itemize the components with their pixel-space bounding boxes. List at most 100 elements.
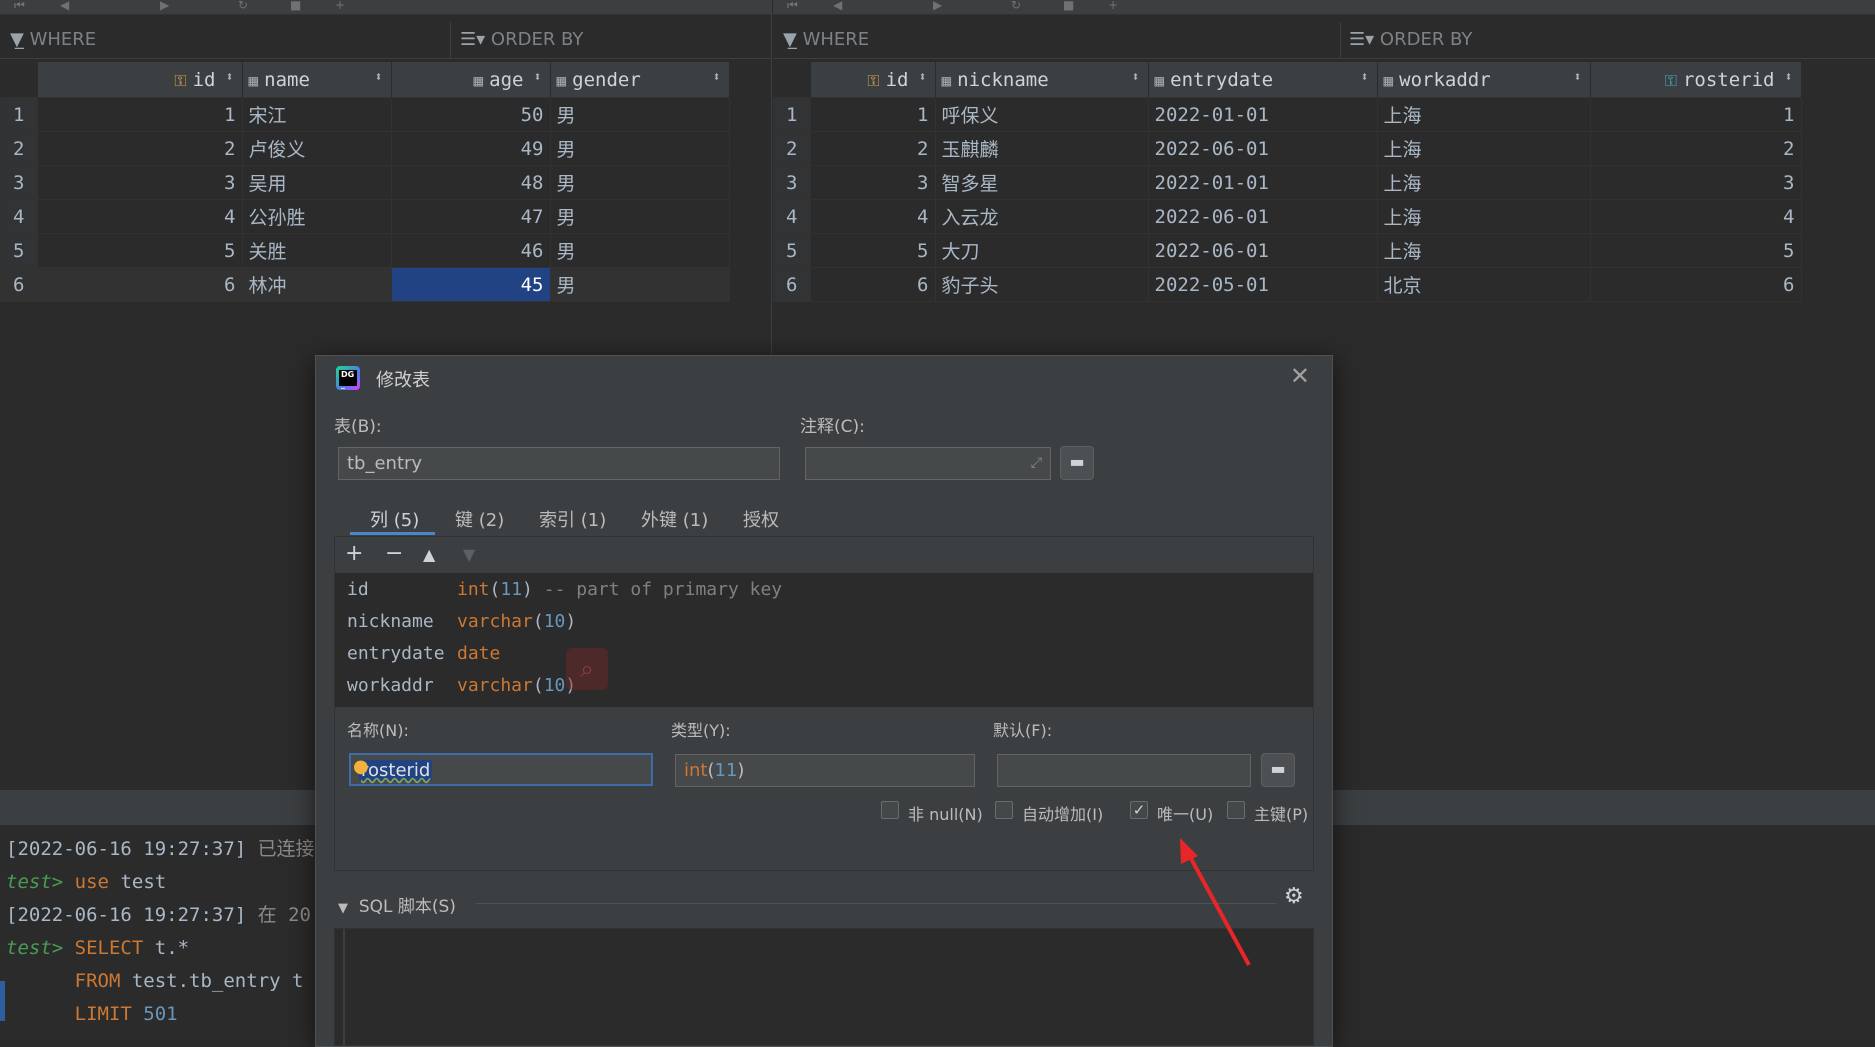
- where-filter[interactable]: ▼̲ WHERE: [10, 29, 96, 50]
- table-cell[interactable]: 男: [549, 267, 730, 302]
- table-cell[interactable]: 4: [1589, 199, 1802, 234]
- table-cell[interactable]: 智多星: [934, 165, 1149, 200]
- column-header-name[interactable]: ▦ name ⬍: [242, 62, 392, 98]
- column-header-gender[interactable]: ▦ gender ⬍: [550, 62, 730, 98]
- table-row[interactable]: 3 3 吴用 48 男: [0, 165, 730, 200]
- table-cell[interactable]: 3: [1589, 165, 1802, 200]
- table-cell[interactable]: 6: [809, 267, 936, 302]
- table-cell[interactable]: 1: [809, 97, 936, 132]
- unique-checkbox[interactable]: ✓: [1130, 801, 1148, 819]
- sql-script-editor[interactable]: [334, 928, 1314, 1046]
- expand-icon[interactable]: ⤢: [1031, 448, 1042, 479]
- tab-columns[interactable]: 列 (5): [370, 506, 419, 532]
- sort-icon[interactable]: ⬍: [1132, 70, 1140, 85]
- table-cell[interactable]: 1: [36, 97, 243, 132]
- orderby-filter[interactable]: ☰▾ ORDER BY: [460, 29, 583, 50]
- table-row[interactable]: 6 6 豹子头 2022-05-01 北京 6: [773, 267, 1802, 302]
- add-column-icon[interactable]: +: [345, 541, 363, 566]
- table-cell[interactable]: 男: [549, 233, 730, 268]
- add-row-icon[interactable]: +: [1108, 0, 1122, 11]
- prev-page-icon[interactable]: ◀: [60, 0, 74, 11]
- sort-icon[interactable]: ⬍: [1574, 70, 1582, 85]
- table-cell[interactable]: 男: [549, 131, 730, 166]
- table-cell[interactable]: 50: [390, 97, 551, 132]
- table-cell[interactable]: 男: [549, 97, 730, 132]
- move-down-icon[interactable]: ▼: [463, 545, 475, 564]
- stop-icon[interactable]: ■: [1063, 0, 1077, 11]
- table-cell[interactable]: 6: [36, 267, 243, 302]
- table-cell[interactable]: 关胜: [241, 233, 392, 268]
- table-cell[interactable]: 男: [549, 199, 730, 234]
- table-cell[interactable]: 6: [1589, 267, 1802, 302]
- tab-foreign-keys[interactable]: 外键 (1): [641, 506, 708, 532]
- table-cell[interactable]: 豹子头: [934, 267, 1149, 302]
- intention-bulb-icon[interactable]: ●: [353, 751, 369, 782]
- tab-grants[interactable]: 授权: [743, 506, 779, 532]
- column-default-field[interactable]: [997, 754, 1251, 787]
- table-cell[interactable]: 吴用: [241, 165, 392, 200]
- column-name-field[interactable]: ● rosterid: [349, 753, 653, 786]
- table-row[interactable]: 5 5 大刀 2022-06-01 上海 5: [773, 233, 1802, 268]
- sort-icon[interactable]: ⬍: [1785, 70, 1793, 85]
- column-header-id[interactable]: ⚿ id ⬍: [37, 62, 243, 98]
- first-page-icon[interactable]: ⏮: [14, 0, 28, 11]
- stop-icon[interactable]: ■: [290, 0, 304, 11]
- column-type-field[interactable]: int(11): [675, 754, 975, 787]
- auto-increment-checkbox[interactable]: [995, 801, 1013, 819]
- table-cell[interactable]: 2: [36, 131, 243, 166]
- table-cell[interactable]: 2022-01-01: [1147, 97, 1378, 132]
- table-cell[interactable]: 5: [1589, 233, 1802, 268]
- column-header-entrydate[interactable]: ▦ entrydate ⬍: [1148, 62, 1378, 98]
- table-cell[interactable]: 2: [1589, 131, 1802, 166]
- table-row[interactable]: 3 3 智多星 2022-01-01 上海 3: [773, 165, 1802, 200]
- table-name-field[interactable]: tb_entry: [338, 447, 780, 480]
- primary-key-checkbox[interactable]: [1227, 801, 1245, 819]
- table-cell[interactable]: 北京: [1376, 267, 1591, 302]
- gear-icon[interactable]: ⚙: [1284, 884, 1304, 909]
- table-cell[interactable]: 呼保义: [934, 97, 1149, 132]
- table-cell[interactable]: 4: [36, 199, 243, 234]
- orderby-filter[interactable]: ☰▾ ORDER BY: [1349, 29, 1472, 50]
- table-row[interactable]: 5 5 关胜 46 男: [0, 233, 730, 268]
- next-page-icon[interactable]: ▶: [160, 0, 174, 11]
- prev-page-icon[interactable]: ◀: [833, 0, 847, 11]
- table-cell[interactable]: 45: [390, 267, 551, 302]
- table-cell[interactable]: 5: [36, 233, 243, 268]
- table-cell[interactable]: 大刀: [934, 233, 1149, 268]
- column-header-workaddr[interactable]: ▦ workaddr ⬍: [1377, 62, 1591, 98]
- console-output[interactable]: [2022-06-16 19:27:37] 已连接 test> use test…: [6, 833, 315, 1031]
- column-header-rosterid[interactable]: ⚿ rosterid ⬍: [1590, 62, 1802, 98]
- table-cell[interactable]: 上海: [1376, 199, 1591, 234]
- table-cell[interactable]: 玉麒麟: [934, 131, 1149, 166]
- table-cell[interactable]: 3: [809, 165, 936, 200]
- table-cell[interactable]: 47: [390, 199, 551, 234]
- table-cell[interactable]: 林冲: [241, 267, 392, 302]
- sort-icon[interactable]: ⬍: [713, 70, 721, 85]
- table-cell[interactable]: 4: [809, 199, 936, 234]
- table-cell[interactable]: 公孙胜: [241, 199, 392, 234]
- remove-column-icon[interactable]: −: [385, 541, 403, 566]
- table-row[interactable]: 2 2 卢俊义 49 男: [0, 131, 730, 166]
- column-row-nickname[interactable]: nickname varchar(10): [347, 611, 576, 632]
- column-header-nickname[interactable]: ▦ nickname ⬍: [935, 62, 1149, 98]
- column-header-id[interactable]: ⚿ id ⬍: [810, 62, 936, 98]
- column-header-age[interactable]: ▦ age ⬍: [391, 62, 551, 98]
- tab-keys[interactable]: 键 (2): [455, 506, 504, 532]
- column-row-entrydate[interactable]: entrydate date: [347, 643, 500, 664]
- table-row[interactable]: 6 6 林冲 45 男: [0, 267, 730, 302]
- tab-indexes[interactable]: 索引 (1): [539, 506, 606, 532]
- table-cell[interactable]: 宋江: [241, 97, 392, 132]
- table-cell[interactable]: 2022-06-01: [1147, 233, 1378, 268]
- move-up-icon[interactable]: ▲: [423, 545, 435, 564]
- refresh-icon[interactable]: ↻: [238, 0, 252, 11]
- sort-icon[interactable]: ⬍: [534, 70, 542, 85]
- table-cell[interactable]: 上海: [1376, 131, 1591, 166]
- table-cell[interactable]: 2022-01-01: [1147, 165, 1378, 200]
- refresh-icon[interactable]: ↻: [1011, 0, 1025, 11]
- comment-field[interactable]: ⤢: [805, 447, 1051, 480]
- not-null-checkbox[interactable]: [881, 801, 899, 819]
- table-cell[interactable]: 2022-05-01: [1147, 267, 1378, 302]
- table-row[interactable]: 1 1 宋江 50 男: [0, 97, 730, 132]
- sort-icon[interactable]: ⬍: [1361, 70, 1369, 85]
- table-cell[interactable]: 1: [1589, 97, 1802, 132]
